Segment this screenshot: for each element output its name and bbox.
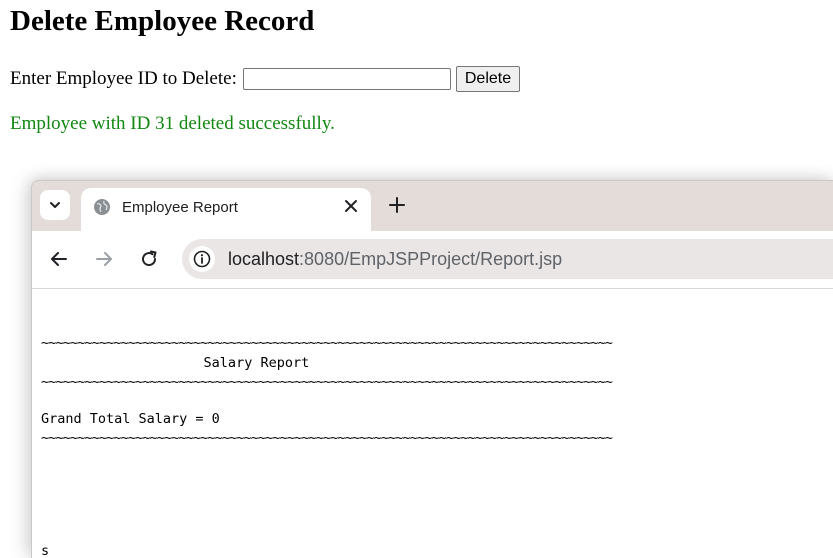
- url-path: :8080/EmpJSPProject/Report.jsp: [299, 249, 563, 269]
- url-text: localhost:8080/EmpJSPProject/Report.jsp: [228, 249, 562, 270]
- report-content: ~~~~~~~~~~~~~~~~~~~~~~~~~~~~~~~~~~~~~~~~…: [32, 289, 833, 558]
- report-rule: ~~~~~~~~~~~~~~~~~~~~~~~~~~~~~~~~~~~~~~~~…: [41, 430, 613, 446]
- reload-icon[interactable]: [139, 249, 159, 269]
- employee-id-label: Enter Employee ID to Delete:: [10, 68, 237, 89]
- grand-total-line: Grand Total Salary = 0: [41, 411, 220, 427]
- tab-search-button[interactable]: [40, 190, 70, 220]
- delete-form: Enter Employee ID to Delete: Delete: [10, 66, 521, 92]
- info-icon: [193, 250, 211, 268]
- url-host: localhost: [228, 249, 300, 269]
- tab-strip: Employee Report: [32, 181, 833, 231]
- report-heading: Salary Report: [41, 355, 310, 371]
- employee-id-input[interactable]: [242, 68, 451, 90]
- browser-window: Employee Report localhost:8080/EmpJSPPro…: [31, 180, 833, 558]
- report-rule: ~~~~~~~~~~~~~~~~~~~~~~~~~~~~~~~~~~~~~~~~…: [41, 374, 613, 390]
- tab-employee-report[interactable]: Employee Report: [81, 188, 371, 231]
- plus-icon[interactable]: [387, 195, 407, 215]
- page-title: Delete Employee Record: [10, 5, 315, 37]
- close-icon[interactable]: [343, 198, 359, 214]
- browser-toolbar: localhost:8080/EmpJSPProject/Report.jsp: [32, 231, 833, 289]
- globe-icon: [94, 199, 110, 215]
- success-message: Employee with ID 31 deleted successfully…: [10, 113, 335, 134]
- forward-arrow-icon[interactable]: [94, 249, 114, 269]
- chevron-down-icon: [50, 202, 60, 208]
- back-arrow-icon[interactable]: [49, 249, 69, 269]
- delete-button[interactable]: Delete: [455, 66, 521, 92]
- report-trailing-text: s: [41, 543, 50, 558]
- report-rule: ~~~~~~~~~~~~~~~~~~~~~~~~~~~~~~~~~~~~~~~~…: [41, 335, 613, 351]
- address-bar[interactable]: localhost:8080/EmpJSPProject/Report.jsp: [182, 239, 833, 279]
- tab-title: Employee Report: [122, 199, 238, 216]
- site-info-button[interactable]: [189, 246, 215, 272]
